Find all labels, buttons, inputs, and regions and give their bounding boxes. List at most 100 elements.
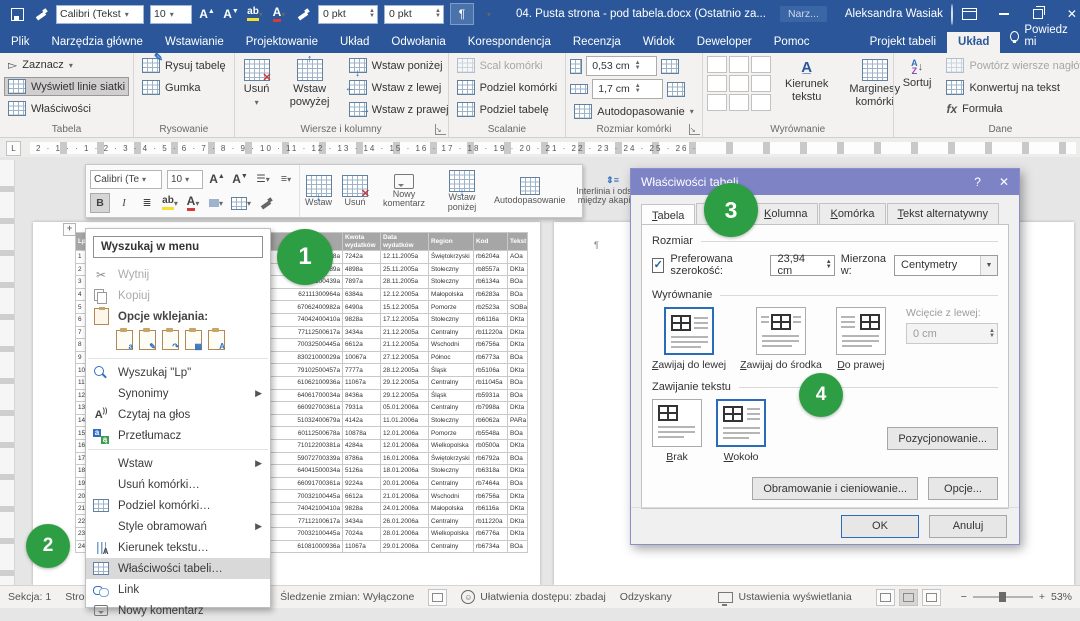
mini-shrink-font-button[interactable]: A▼ — [231, 170, 249, 188]
web-layout-button[interactable] — [922, 589, 941, 606]
paste-text-only-icon[interactable] — [208, 330, 225, 350]
row-height-spinner[interactable]: 0,53 cm▲▼ — [586, 56, 657, 76]
tab-widok-8[interactable]: Widok — [632, 32, 686, 53]
wrapping-option-around[interactable]: Wokoło — [716, 399, 766, 463]
mini-highlight-button[interactable]: ab▾ — [161, 194, 179, 212]
measure-in-select[interactable]: Centymetry▼ — [894, 255, 998, 276]
dialog-tab-tekst-alternatywny[interactable]: Tekst alternatywny — [887, 203, 999, 225]
insert-above-button[interactable]: ↑Wstaw powyżej — [281, 56, 339, 123]
menu-item-czytaj-na-głos[interactable]: A))Czytaj na głos — [86, 404, 270, 425]
numbering-button[interactable]: ≡▾ — [277, 170, 295, 188]
dialog-close-button[interactable]: ✕ — [999, 175, 1009, 189]
split-table-button[interactable]: Podziel tabelę — [453, 100, 562, 119]
dialog-tab-kolumna[interactable]: Kolumna — [753, 203, 818, 225]
menu-item-wstaw[interactable]: Wstaw▶ — [86, 453, 270, 474]
mini-font-combo[interactable]: Calibri (Te▾ — [90, 170, 162, 189]
recovered-indicator[interactable]: Odzyskany — [620, 591, 672, 603]
tab-układ-4[interactable]: Układ — [329, 32, 380, 53]
options-button[interactable]: Opcje... — [928, 477, 998, 500]
tab-układ-12[interactable]: Układ — [947, 32, 1000, 53]
borders-button[interactable]: ▾ — [230, 194, 252, 212]
delete-button[interactable]: ✕Usuń▾ — [239, 56, 275, 123]
draw-table-button[interactable]: ✎Rysuj tabelę — [138, 56, 230, 75]
dialog-launcher-icon[interactable]: ↘ — [689, 124, 700, 135]
align-bottom-center-button[interactable] — [729, 94, 749, 111]
positioning-button[interactable]: Pozycjonowanie... — [887, 427, 998, 450]
horizontal-ruler[interactable]: L 2 · 1 · · 1 · 2 · 3 · 4 · 5 · 6 · 7 · … — [0, 138, 1080, 157]
vertical-ruler[interactable] — [0, 160, 15, 585]
ok-button[interactable]: OK — [841, 515, 919, 538]
split-cells-button[interactable]: Podziel komórki — [453, 78, 562, 97]
ribbon-display-options-button[interactable] — [953, 0, 987, 28]
tab-korespondencja-6[interactable]: Korespondencja — [457, 32, 562, 53]
tell-me-button[interactable]: Powiedz mi — [1000, 20, 1079, 53]
zoom-level[interactable]: 53% — [1051, 591, 1072, 603]
mini-grow-font-button[interactable]: A▲ — [208, 170, 226, 188]
border-painter-button[interactable] — [294, 4, 312, 24]
borders-shading-button[interactable]: Obramowanie i cieniowanie... — [752, 477, 918, 500]
dialog-title-bar[interactable]: Właściwości tabeli ? ✕ — [631, 169, 1019, 195]
alignment-option-left[interactable]: Zawijaj do lewej — [652, 307, 726, 371]
distribute-columns-icon[interactable] — [667, 82, 685, 97]
tab-odwołania-5[interactable]: Odwołania — [380, 32, 456, 53]
display-settings-button[interactable]: Ustawienia wyświetlania — [718, 591, 851, 603]
formula-button[interactable]: fxFormuła — [942, 100, 1080, 118]
dialog-help-button[interactable]: ? — [974, 175, 981, 189]
insert-right-button[interactable]: →Wstaw z prawej — [345, 100, 453, 119]
dialog-launcher-icon[interactable]: ↘ — [435, 124, 446, 135]
table-move-handle-icon[interactable]: + — [63, 223, 76, 236]
insert-below-button[interactable]: ↓Wstaw poniżej — [345, 56, 453, 75]
bold-button[interactable]: B — [90, 193, 110, 213]
track-changes-indicator[interactable]: Śledzenie zmian: Wyłączone — [280, 591, 414, 603]
align-bottom-left-button[interactable] — [707, 94, 727, 111]
align-bottom-right-button[interactable] — [751, 94, 771, 111]
table-properties-button[interactable]: Właściwości — [4, 99, 129, 118]
read-mode-button[interactable] — [876, 589, 895, 606]
show-formatting-marks-toggle[interactable]: ¶ — [450, 3, 474, 25]
align-center-right-button[interactable] — [751, 75, 771, 92]
convert-to-text-button[interactable]: Konwertuj na tekst — [942, 78, 1080, 97]
tab-projektowanie-3[interactable]: Projektowanie — [235, 32, 329, 53]
align-center-left-button[interactable] — [707, 75, 727, 92]
mini-delete-button[interactable]: ✕Usuń — [337, 165, 373, 217]
mini-insert-button[interactable]: ↓Wstaw — [300, 165, 337, 217]
menu-item-link[interactable]: Link — [86, 579, 270, 600]
menu-item-właściwości-tabeli[interactable]: Właściwości tabeli… — [86, 558, 270, 579]
eraser-button[interactable]: Gumka — [138, 78, 230, 97]
format-painter-button[interactable] — [32, 4, 50, 24]
menu-item-kierunek-tekstu[interactable]: Kierunek tekstu… — [86, 537, 270, 558]
tab-wstawianie-2[interactable]: Wstawianie — [154, 32, 235, 53]
preferred-width-spinner[interactable]: 23,94 cm▲▼ — [770, 255, 834, 276]
font-color-button[interactable]: A▾ — [270, 4, 288, 24]
mini-font-color-button[interactable]: A▾ — [184, 194, 202, 212]
zoom-slider-thumb[interactable] — [999, 592, 1006, 602]
italic-button[interactable]: I — [115, 194, 133, 212]
menu-item-usuń-komórki[interactable]: Usuń komórki… — [86, 474, 270, 495]
mini-format-painter-button[interactable] — [257, 194, 275, 212]
zoom-in-button[interactable]: + — [1039, 591, 1045, 603]
paste-keep-source-icon[interactable] — [116, 330, 133, 350]
spacing-before-spinner[interactable]: 0 pkt▲▼ — [318, 5, 378, 24]
menu-item-podziel-komórki[interactable]: Podziel komórki… — [86, 495, 270, 516]
mini-new-comment-button[interactable]: Nowy komentarz — [373, 165, 435, 217]
menu-item-wyszukaj-lp[interactable]: Wyszukaj "Lp" — [86, 362, 270, 383]
print-layout-button[interactable] — [899, 589, 918, 606]
tab-plik-0[interactable]: Plik — [0, 32, 41, 53]
menu-item-przetłumacz[interactable]: Przetłumacz — [86, 425, 270, 446]
paste-merge-formatting-icon[interactable] — [139, 330, 156, 350]
spacing-after-spinner[interactable]: 0 pkt▲▼ — [384, 5, 444, 24]
bullets-button[interactable]: ☰▾ — [254, 170, 272, 188]
dialog-tab-tabela[interactable]: Tabela — [641, 204, 695, 226]
tab-projekt-tabeli-11[interactable]: Projekt tabeli — [859, 32, 947, 53]
menu-item-synonimy[interactable]: Synonimy▶ — [86, 383, 270, 404]
mini-insert-below-button[interactable]: ↓Wstaw poniżej — [435, 165, 489, 217]
align-top-center-button[interactable] — [729, 56, 749, 73]
mini-autofit-button[interactable]: Autodopasowanie — [489, 165, 571, 217]
macro-record-icon[interactable] — [428, 589, 447, 606]
accessibility-indicator[interactable]: ☺Ułatwienia dostępu: zbadaj — [461, 590, 606, 604]
zoom-slider[interactable] — [973, 596, 1033, 598]
menu-item-opcje-wklejania[interactable]: Opcje wklejania: — [86, 306, 270, 327]
tab-selector-icon[interactable]: L — [6, 141, 21, 156]
tab-pomoc-10[interactable]: Pomoc — [763, 32, 821, 53]
tab-narzędzia-główne-1[interactable]: Narzędzia główne — [41, 32, 154, 53]
